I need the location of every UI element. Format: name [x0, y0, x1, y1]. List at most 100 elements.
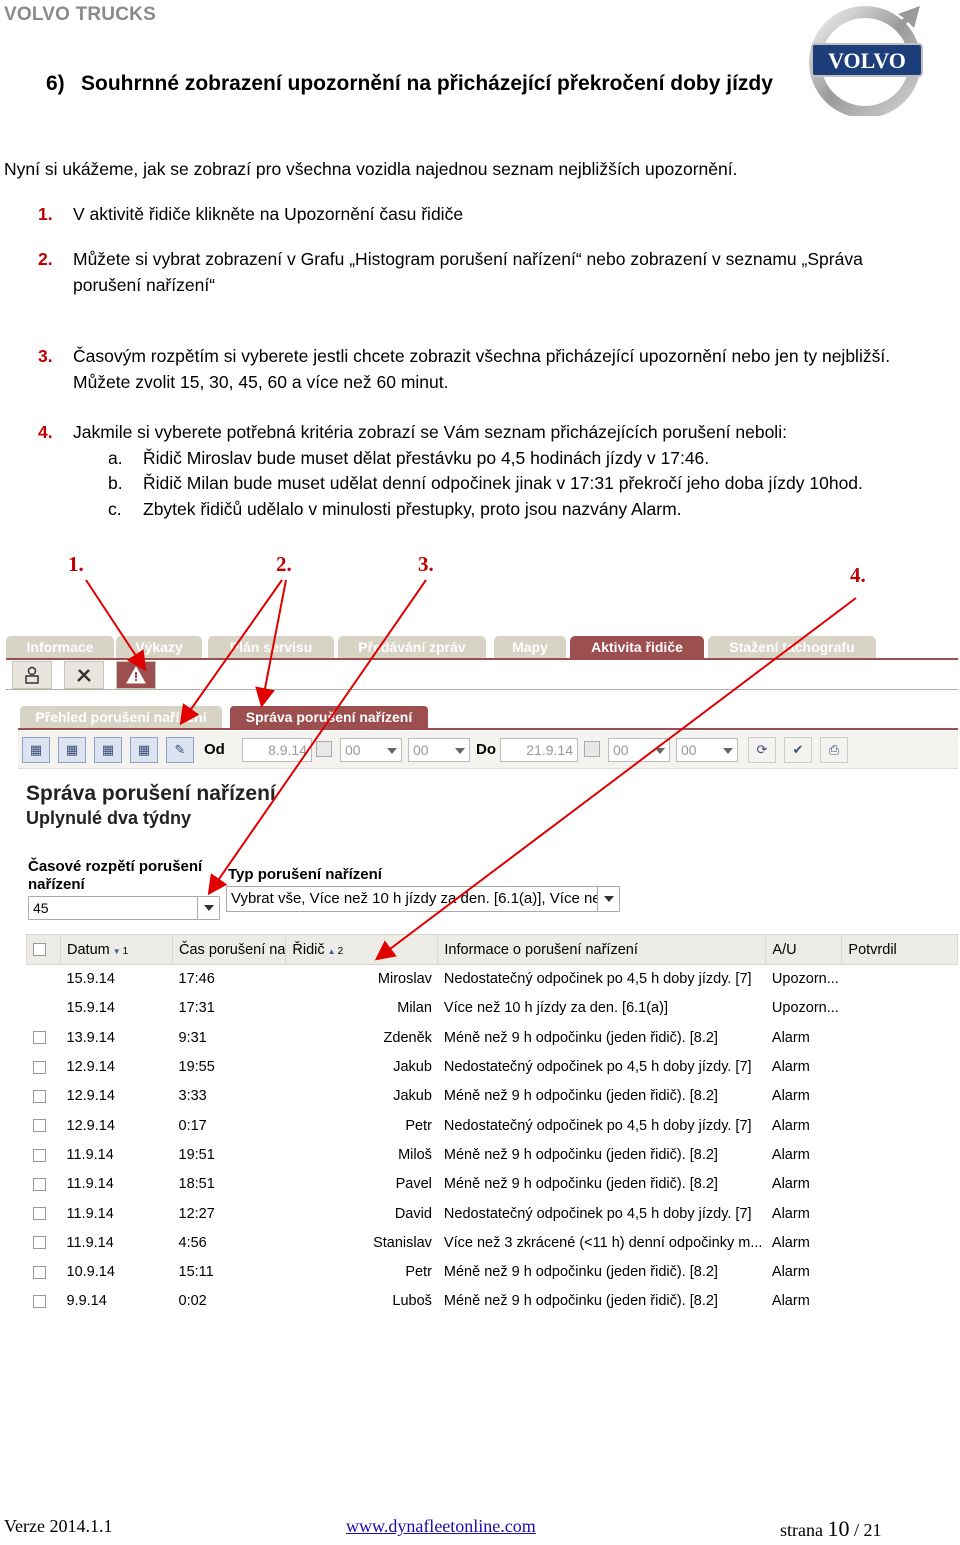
table-row[interactable]: 12.9.14 3:33 Jakub Méně než 9 h odpočinku (… — [27, 1082, 958, 1111]
row-confirmed — [842, 1199, 958, 1228]
volvo-logo: VOLVO — [809, 6, 923, 116]
col-cas[interactable]: Čas porušení na — [171, 934, 287, 965]
tab-mapy[interactable]: Mapy — [494, 636, 566, 658]
row-info: Méně než 9 h odpočinku (jeden řidič). [8… — [443, 1146, 718, 1163]
subtab-sprava[interactable]: Správa porušení nařízení — [230, 706, 428, 728]
col-au[interactable]: A/U — [765, 934, 843, 965]
select-all-checkbox[interactable] — [26, 934, 61, 965]
table-row[interactable]: 12.9.14 0:17 Petr Nedostatečný odpočinek po… — [27, 1111, 958, 1140]
range-filter-select[interactable]: 45 — [28, 896, 220, 920]
row-confirmed — [842, 1257, 958, 1286]
driver-icon[interactable] — [12, 661, 52, 689]
callout-4: 4. — [850, 563, 866, 587]
tab-vykazy[interactable]: Výkazy — [116, 636, 202, 658]
row-confirmed — [842, 965, 958, 994]
table-row[interactable]: 13.9.14 9:31 Zdeněk Méně než 9 h odpočinku … — [27, 1023, 958, 1052]
row-date: 10.9.14 — [66, 1264, 115, 1281]
row-au: Alarm — [771, 1117, 810, 1134]
row-info: Nedostatečný odpočinek po 4,5 h doby jíz… — [443, 1059, 752, 1076]
callout-3: 3. — [418, 552, 434, 576]
calendar-week-icon[interactable]: ▦ — [58, 737, 86, 763]
calendar-day-icon[interactable]: ▦ — [22, 737, 50, 763]
intro-text: Nyní si ukážeme, jak se zobrazí pro všec… — [4, 159, 738, 179]
page-subtitle: Uplynulé dva týdny — [26, 808, 192, 828]
tab-predavani-zprav[interactable]: Předávání zpráv — [338, 636, 486, 658]
table-row[interactable]: 11.9.14 4:56 Stanislav Více než 3 zkrácené … — [27, 1228, 958, 1257]
from-minute-select[interactable]: 00 — [408, 738, 470, 762]
row-checkbox[interactable] — [32, 1265, 46, 1279]
table-row[interactable]: 15.9.14 17:46 Miroslav Nedostatečný odpočin… — [27, 965, 958, 994]
section-title: Souhrnné zobrazení upozornění na přicház… — [81, 72, 773, 95]
table-row[interactable]: 11.9.14 19:51 Miloš Méně než 9 h odpočinku … — [27, 1140, 958, 1169]
from-date-field[interactable]: 8.9.14 — [242, 738, 312, 762]
row-confirmed — [842, 1023, 958, 1052]
page-title: Správa porušení nařízení — [26, 782, 276, 805]
row-checkbox[interactable] — [32, 1090, 46, 1103]
col-potvrdil[interactable]: Potvrdil — [841, 934, 958, 965]
row-time: 12:27 — [178, 1205, 215, 1222]
calendar-2weeks-icon[interactable]: ▦ — [94, 737, 122, 763]
row-time: 4:56 — [178, 1234, 207, 1251]
row-au: Alarm — [771, 1205, 810, 1222]
row-checkbox[interactable] — [32, 1148, 46, 1162]
brand-wordmark: VOLVO TRUCKS — [4, 4, 156, 25]
row-time: 3:33 — [178, 1088, 207, 1105]
row-driver: Zdeněk — [383, 1029, 432, 1046]
warning-icon[interactable] — [116, 661, 156, 689]
row-checkbox[interactable] — [32, 1295, 46, 1309]
calendar-month-icon[interactable]: ▦ — [130, 737, 158, 763]
row-checkbox[interactable] — [32, 1207, 46, 1221]
col-informace[interactable]: Informace o porušení nařízení — [437, 934, 767, 965]
calendar-edit-icon[interactable]: ✎ — [166, 737, 194, 763]
row-time: 9:31 — [178, 1029, 207, 1046]
to-calendar-icon[interactable] — [584, 741, 600, 757]
row-checkbox[interactable] — [32, 1177, 46, 1191]
table-row[interactable]: 9.9.14 0:02 Luboš Méně než 9 h odpočinku (j… — [27, 1287, 958, 1316]
table-row[interactable]: 12.9.14 19:55 Jakub Nedostatečný odpočinek … — [27, 1052, 958, 1081]
row-confirmed — [842, 1111, 958, 1140]
row-time: 0:17 — [178, 1117, 207, 1134]
row-time: 19:51 — [178, 1146, 215, 1163]
row-au: Upozorn... — [771, 1000, 839, 1017]
tab-informace[interactable]: Informace — [6, 636, 114, 658]
to-date-field[interactable]: 21.9.14 — [500, 738, 578, 762]
from-hour-select[interactable]: 00 — [340, 738, 402, 762]
refresh-icon[interactable]: ⟳ — [748, 737, 776, 763]
row-date: 12.9.14 — [66, 1059, 115, 1076]
approve-icon[interactable]: ✔ — [784, 737, 812, 763]
tab-stazeni-tachografu[interactable]: Stažení tachografu — [708, 636, 876, 658]
table-row[interactable]: 10.9.14 15:11 Petr Méně než 9 h odpočinku (… — [27, 1257, 958, 1286]
row-date: 15.9.14 — [66, 1000, 115, 1017]
table-row[interactable]: 11.9.14 18:51 Pavel Méně než 9 h odpočinku … — [27, 1170, 958, 1199]
footer-url-link[interactable]: www.dynafleetonline.com — [346, 1516, 536, 1537]
subtab-prehled[interactable]: Přehled porušení nařízení — [20, 706, 222, 728]
col-ridic[interactable]: Řidič2 — [285, 934, 439, 965]
row-driver: Petr — [405, 1264, 432, 1281]
tab-aktivita-ridice[interactable]: Aktivita řidiče — [570, 636, 704, 658]
table-row[interactable]: 15.9.14 17:31 Milan Více než 10 h jízdy za … — [27, 994, 958, 1023]
row-driver: Stanislav — [373, 1234, 432, 1251]
to-hour-select[interactable]: 00 — [608, 738, 670, 762]
col-datum[interactable]: Datum1 — [60, 934, 173, 965]
row-checkbox[interactable] — [32, 1119, 46, 1133]
row-select — [27, 1199, 61, 1228]
to-minute-select[interactable]: 00 — [676, 738, 738, 762]
substep-b: b. Řidič Milan bude muset udělat denní od… — [108, 473, 863, 493]
row-driver: Miloš — [398, 1146, 432, 1163]
from-calendar-icon[interactable] — [316, 741, 332, 757]
row-driver: Miroslav — [377, 971, 432, 988]
row-select — [27, 965, 61, 994]
row-checkbox[interactable] — [32, 1031, 46, 1045]
row-date: 11.9.14 — [66, 1176, 114, 1193]
tab-plan-servisu[interactable]: Plán servisu — [208, 636, 334, 658]
table-row[interactable]: 11.9.14 12:27 David Nedostatečný odpočinek … — [27, 1199, 958, 1228]
svg-text:VOLVO: VOLVO — [828, 48, 906, 73]
type-filter-select[interactable]: Vybrat vše, Více než 10 h jízdy za den. … — [226, 886, 620, 912]
row-time: 19:55 — [178, 1059, 215, 1076]
row-info: Méně než 9 h odpočinku (jeden řidič). [8… — [443, 1029, 718, 1046]
tools-icon[interactable] — [64, 661, 104, 689]
print-icon[interactable]: ⎙ — [820, 737, 848, 763]
row-checkbox[interactable] — [32, 1060, 46, 1074]
subtab-underline — [18, 728, 958, 730]
row-checkbox[interactable] — [32, 1236, 46, 1250]
